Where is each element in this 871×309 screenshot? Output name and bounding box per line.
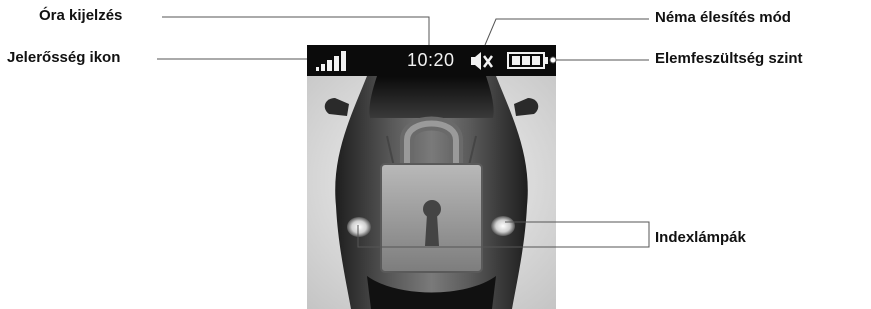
remote-display: 10:20 — [307, 45, 556, 309]
signal-strength-label: Jelerősség ikon — [7, 49, 121, 66]
battery-icon — [507, 52, 548, 69]
signal-strength-icon — [316, 51, 346, 71]
status-bar: 10:20 — [307, 45, 556, 76]
indicator-lights-label: Indexlámpák — [655, 229, 746, 246]
clock-leader-line — [162, 16, 430, 45]
clock-time: 10:20 — [407, 50, 455, 70]
car-image — [307, 76, 556, 309]
left-indicator-light — [347, 217, 371, 237]
mute-leader-line — [484, 18, 649, 46]
right-indicator-light — [491, 216, 515, 236]
clock-label: Óra kijelzés — [39, 7, 123, 24]
battery-level-label: Elemfeszültség szint — [655, 50, 803, 67]
mute-speaker-icon — [471, 52, 494, 70]
silent-arming-label: Néma élesítés mód — [655, 9, 791, 26]
